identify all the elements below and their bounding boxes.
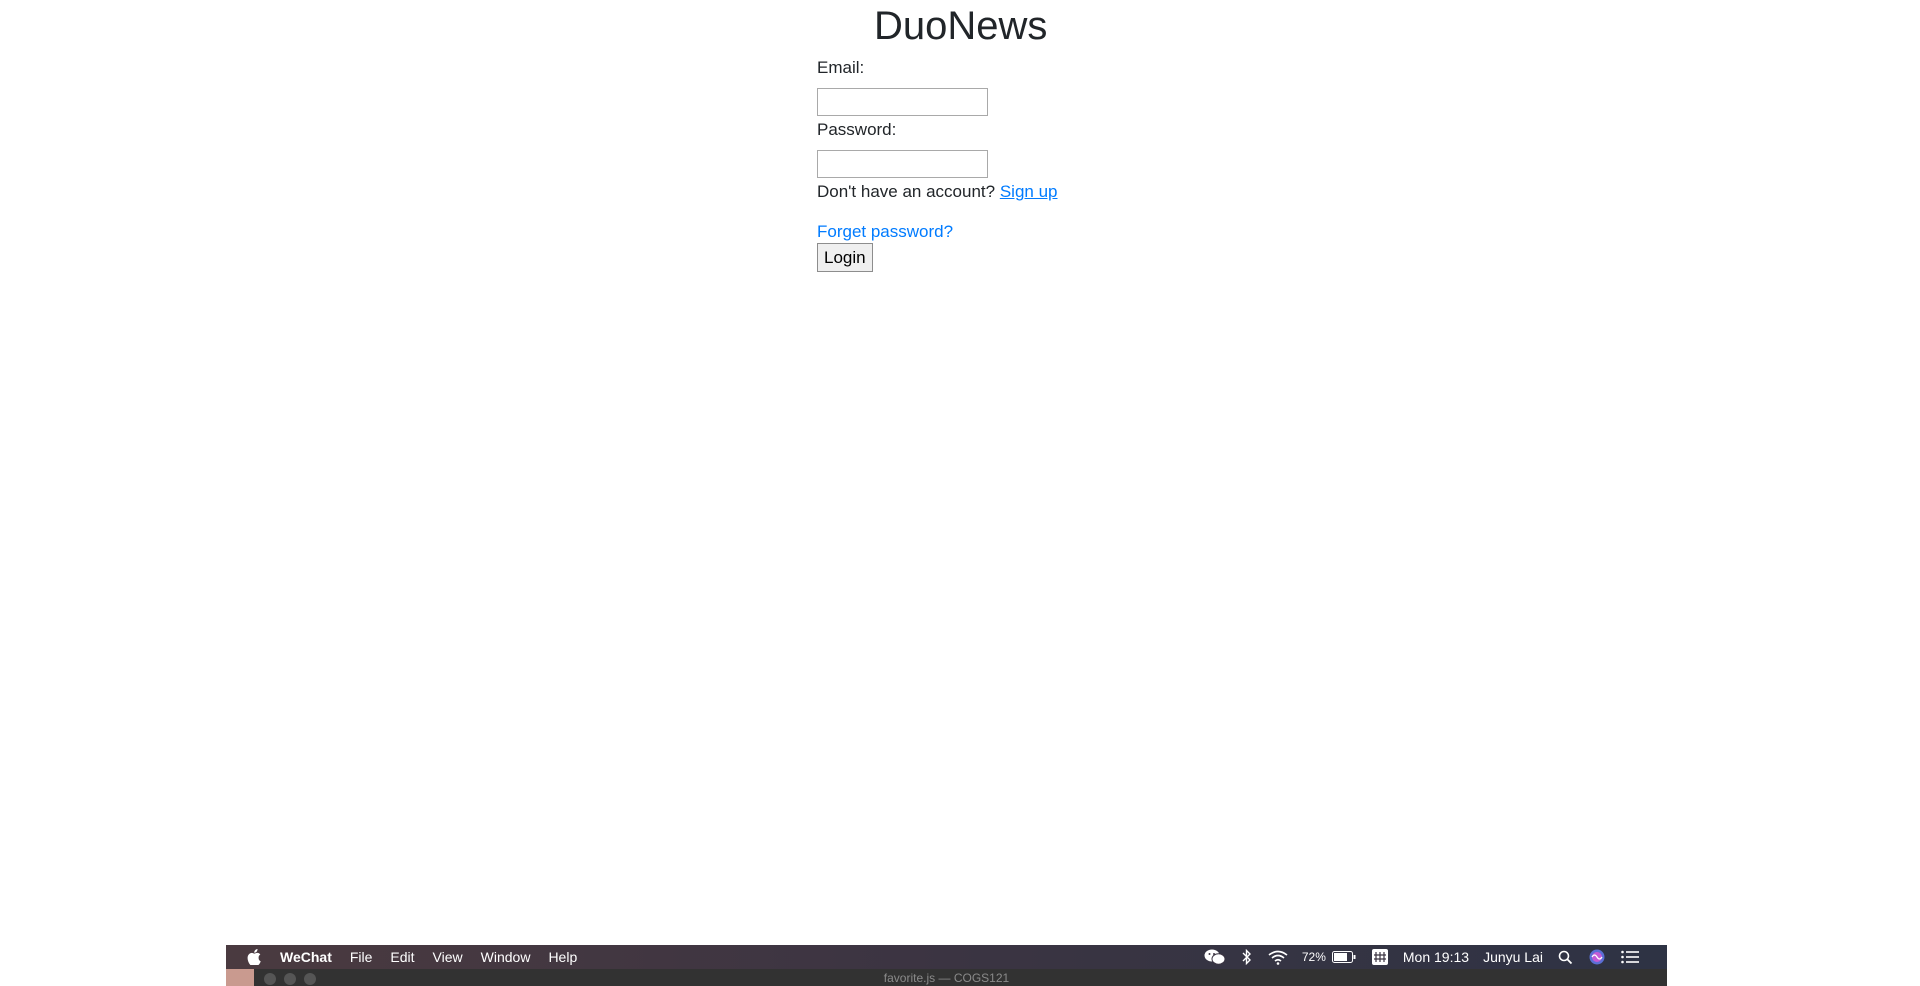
page: DuoNews Email: Password: Don't have an a… (0, 0, 1920, 986)
menu-user[interactable]: Junyu Lai (1483, 949, 1543, 965)
menu-clock[interactable]: Mon 19:13 (1403, 949, 1469, 965)
email-field[interactable] (817, 88, 988, 116)
menu-window[interactable]: Window (472, 945, 540, 969)
window-title: favorite.js — COGS121 (883, 971, 1010, 985)
email-label: Email: (817, 58, 865, 77)
menu-bar-right: 72% Mon 19:13 Junyu Lai (1196, 945, 1667, 969)
forgot-password-link[interactable]: Forget password? (817, 222, 953, 241)
forgot-row: Forget password? (817, 222, 953, 242)
menu-bar: WeChat File Edit View Window Help 72% Mo… (226, 945, 1667, 969)
menu-app-name[interactable]: WeChat (271, 945, 341, 969)
background-window-titlebar: favorite.js — COGS121 (226, 969, 1667, 986)
notification-center-icon[interactable] (1621, 950, 1639, 964)
apple-icon[interactable] (247, 949, 261, 965)
login-button[interactable]: Login (817, 243, 873, 272)
wechat-icon[interactable] (1204, 949, 1226, 965)
signup-prompt: Don't have an account? (817, 182, 996, 201)
bluetooth-icon[interactable] (1242, 949, 1252, 965)
battery-icon[interactable] (1331, 951, 1356, 963)
menu-view[interactable]: View (424, 945, 472, 969)
siri-icon[interactable] (1589, 949, 1605, 965)
input-method-icon[interactable] (1371, 949, 1388, 965)
battery-percent: 72% (1301, 950, 1326, 964)
menu-edit[interactable]: Edit (381, 945, 423, 969)
password-label: Password: (817, 120, 897, 139)
menu-help[interactable]: Help (539, 945, 586, 969)
signup-row: Don't have an account? Sign up (817, 182, 1058, 202)
page-title: DuoNews (874, 4, 1048, 48)
password-field[interactable] (817, 150, 988, 178)
menu-file[interactable]: File (341, 945, 382, 969)
search-icon[interactable] (1558, 950, 1573, 965)
menu-bar-left: WeChat File Edit View Window Help (226, 945, 586, 969)
wifi-icon[interactable] (1268, 950, 1288, 965)
signup-link[interactable]: Sign up (1000, 182, 1058, 201)
